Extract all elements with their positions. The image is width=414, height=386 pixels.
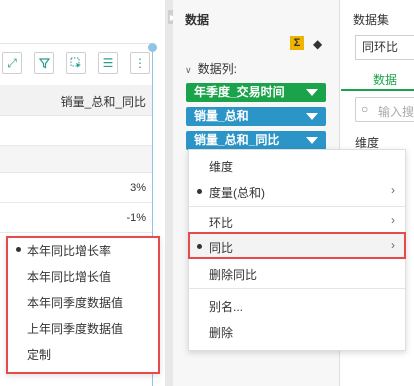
dataset-select[interactable]: 同环比 <box>355 35 414 60</box>
caret-down-icon[interactable] <box>306 137 318 144</box>
column-header[interactable]: 销量_总和_同比 <box>61 93 146 110</box>
table-row: 3% <box>0 173 152 203</box>
menu-item-label: 维度 <box>209 160 234 174</box>
table-toolbar: ⤢ ☰ ⋮ <box>0 52 152 76</box>
table-header-row: 销量_总和_同比 <box>0 85 152 116</box>
menu-item-delete-yoy[interactable]: 删除同比 <box>189 260 405 286</box>
submenu-item-label: 定制 <box>27 348 52 362</box>
table-top-blank <box>0 0 152 44</box>
submenu-item-yoy-growth-value[interactable]: 本年同比增长值 <box>8 264 158 290</box>
field-context-menu: 维度 度量(总和) › 环比 › 同比 › 删除同比 别名... 删除 <box>188 149 406 351</box>
section-label: 数据列: <box>197 62 237 76</box>
eraser-icon[interactable]: ◆ <box>313 37 322 51</box>
data-panel-title: 数据 <box>185 13 210 27</box>
cell-value: 3% <box>130 182 146 194</box>
menu-item-label: 别名... <box>209 300 244 314</box>
list-icon[interactable]: ☰ <box>98 52 118 74</box>
table-row: -1% <box>0 203 152 233</box>
table-row <box>0 146 152 173</box>
panel-divider <box>165 0 173 386</box>
submenu-item-label: 本年同比增长率 <box>27 244 112 258</box>
menu-item-label: 删除同比 <box>209 268 258 282</box>
data-columns-section[interactable]: ∨ 数据列: <box>185 60 237 77</box>
caret-down-icon[interactable] <box>306 89 318 96</box>
field-pill-sales-yoy[interactable]: 销量_总和_同比 <box>186 131 326 150</box>
submenu-item-same-quarter-this-year[interactable]: 本年同季度数据值 <box>8 290 158 316</box>
sigma-icon[interactable]: Σ <box>290 36 304 50</box>
menu-item-label: 环比 <box>209 216 234 230</box>
menu-item-measure[interactable]: 度量(总和) › <box>189 178 405 204</box>
yoy-submenu: 本年同比增长率 本年同比增长值 本年同季度数据值 上年同季度数据值 定制 <box>6 236 160 374</box>
submenu-item-label: 本年同季度数据值 <box>27 296 124 310</box>
chevron-right-icon: › <box>391 183 395 197</box>
submenu-item-same-quarter-last-year[interactable]: 上年同季度数据值 <box>8 316 158 342</box>
menu-item-dimension[interactable]: 维度 <box>189 152 405 178</box>
search-icon: ○ <box>361 102 369 116</box>
search-placeholder: 输入搜 <box>378 105 414 119</box>
dataset-title: 数据集 <box>353 13 390 27</box>
menu-item-label: 同比 <box>209 241 234 255</box>
field-pill-quarter[interactable]: 年季度_交易时间 <box>186 83 326 102</box>
field-label: 年季度_交易时间 <box>194 85 285 99</box>
chevron-down-icon: ∨ <box>185 65 192 75</box>
table-row <box>0 116 152 146</box>
bullet-icon <box>16 247 21 252</box>
tab-label: 数据 <box>373 73 398 87</box>
menu-divider <box>189 206 405 207</box>
chevron-right-icon: › <box>391 213 395 227</box>
bullet-icon <box>197 244 202 249</box>
submenu-item-custom[interactable]: 定制 <box>8 342 158 368</box>
caret-down-icon[interactable] <box>306 113 318 120</box>
more-icon[interactable]: ⋮ <box>130 52 150 74</box>
menu-item-label: 度量(总和) <box>209 186 265 200</box>
field-label: 销量_总和 <box>194 109 249 123</box>
submenu-item-yoy-growth-rate[interactable]: 本年同比增长率 <box>8 238 158 264</box>
menu-divider <box>189 288 405 289</box>
filter-icon[interactable] <box>34 52 54 74</box>
resize-handle[interactable] <box>148 43 157 52</box>
menu-item-mom[interactable]: 环比 › <box>189 208 405 234</box>
expand-icon[interactable]: ⤢ <box>2 52 22 74</box>
submenu-item-label: 上年同季度数据值 <box>27 322 124 336</box>
menu-item-yoy[interactable]: 同比 › <box>189 233 405 259</box>
field-label: 销量_总和_同比 <box>194 133 280 147</box>
menu-item-delete[interactable]: 删除 <box>189 318 405 344</box>
menu-item-label: 删除 <box>209 326 234 340</box>
chevron-right-icon: › <box>391 238 395 252</box>
submenu-item-label: 本年同比增长值 <box>27 270 112 284</box>
menu-item-alias[interactable]: 别名... <box>189 292 405 318</box>
tab-data[interactable]: 数据 <box>341 65 414 91</box>
search-input[interactable]: ○ 输入搜 <box>355 97 414 122</box>
bullet-icon <box>197 189 202 194</box>
field-pill-sales-sum[interactable]: 销量_总和 <box>186 107 326 126</box>
cell-value: -1% <box>126 212 146 224</box>
select-icon[interactable] <box>66 52 86 74</box>
